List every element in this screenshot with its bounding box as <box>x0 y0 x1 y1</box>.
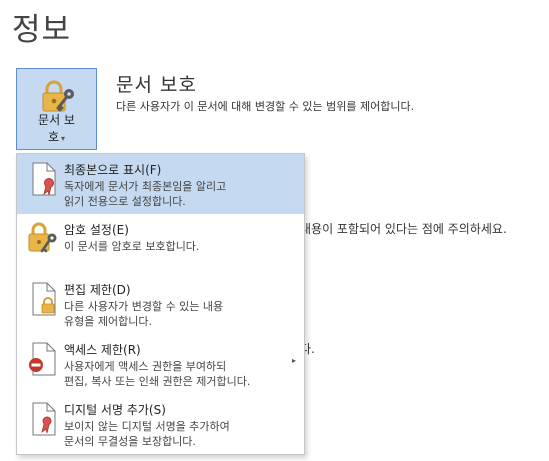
menu-item-desc: 독자에게 문서가 최종본임을 알리고 <box>64 180 227 193</box>
menu-item-desc: 사용자에게 액세스 권한을 부여하되 <box>64 360 227 373</box>
chevron-down-icon: ▾ <box>61 134 66 143</box>
menu-item-desc: 보이지 않는 디지털 서명을 추가하여 <box>64 420 230 433</box>
menu-item-digital-signature[interactable]: 디지털 서명 추가(S) 보이지 않는 디지털 서명을 추가하여 문서의 무결성… <box>17 394 304 454</box>
chevron-right-icon: ▸ <box>291 356 296 365</box>
section-title: 문서 보호 <box>116 74 197 96</box>
menu-item-desc: 이 문서를 암호로 보호합니다. <box>64 240 200 253</box>
section-description: 다른 사용자가 이 문서에 대해 변경할 수 있는 범위를 제어합니다. <box>116 100 415 113</box>
menu-item-title: 액세스 제한(R) <box>64 343 141 357</box>
lock-key-icon <box>28 222 57 253</box>
restrict-access-icon <box>29 342 56 376</box>
protect-button-label-2: 호 <box>47 130 60 144</box>
protect-button-label: 문서 보 <box>38 113 75 127</box>
menu-item-desc: 다른 사용자가 변경할 수 있는 내용 <box>64 300 224 313</box>
restrict-editing-icon <box>32 282 56 316</box>
menu-item-desc: 읽기 전용으로 설정합니다. <box>64 195 186 208</box>
menu-item-desc: 편집, 복사 또는 인쇄 권한은 제거합니다. <box>64 375 251 388</box>
protect-document-menu: 최종본으로 표시(F) 독자에게 문서가 최종본임을 알리고 읽기 전용으로 설… <box>16 153 305 455</box>
menu-item-title: 디지털 서명 추가(S) <box>64 403 166 417</box>
page-title: 정보 <box>12 12 72 48</box>
menu-item-title: 암호 설정(E) <box>64 223 129 237</box>
protect-document-button[interactable]: 문서 보 호 ▾ <box>16 68 97 150</box>
menu-item-desc: 유형을 제어합니다. <box>64 315 152 328</box>
digital-signature-icon <box>32 402 56 436</box>
lock-key-icon <box>42 80 74 112</box>
menu-item-desc: 문서의 무결성을 보장합니다. <box>64 435 196 448</box>
menu-item-restrict-editing[interactable]: 편집 제한(D) 다른 사용자가 변경할 수 있는 내용 유형을 제어합니다. <box>17 274 304 334</box>
final-document-icon <box>32 162 56 196</box>
menu-item-title: 최종본으로 표시(F) <box>64 163 162 177</box>
menu-item-title: 편집 제한(D) <box>64 283 131 297</box>
menu-item-encrypt-password[interactable]: 암호 설정(E) 이 문서를 암호로 보호합니다. <box>17 214 304 274</box>
menu-item-mark-as-final[interactable]: 최종본으로 표시(F) 독자에게 문서가 최종본임을 알리고 읽기 전용으로 설… <box>17 154 304 214</box>
inspect-warning-text: 내용이 포함되어 있다는 점에 주의하세요. <box>300 222 507 236</box>
menu-item-restrict-access[interactable]: 액세스 제한(R) 사용자에게 액세스 권한을 부여하되 편집, 복사 또는 인… <box>17 334 304 394</box>
